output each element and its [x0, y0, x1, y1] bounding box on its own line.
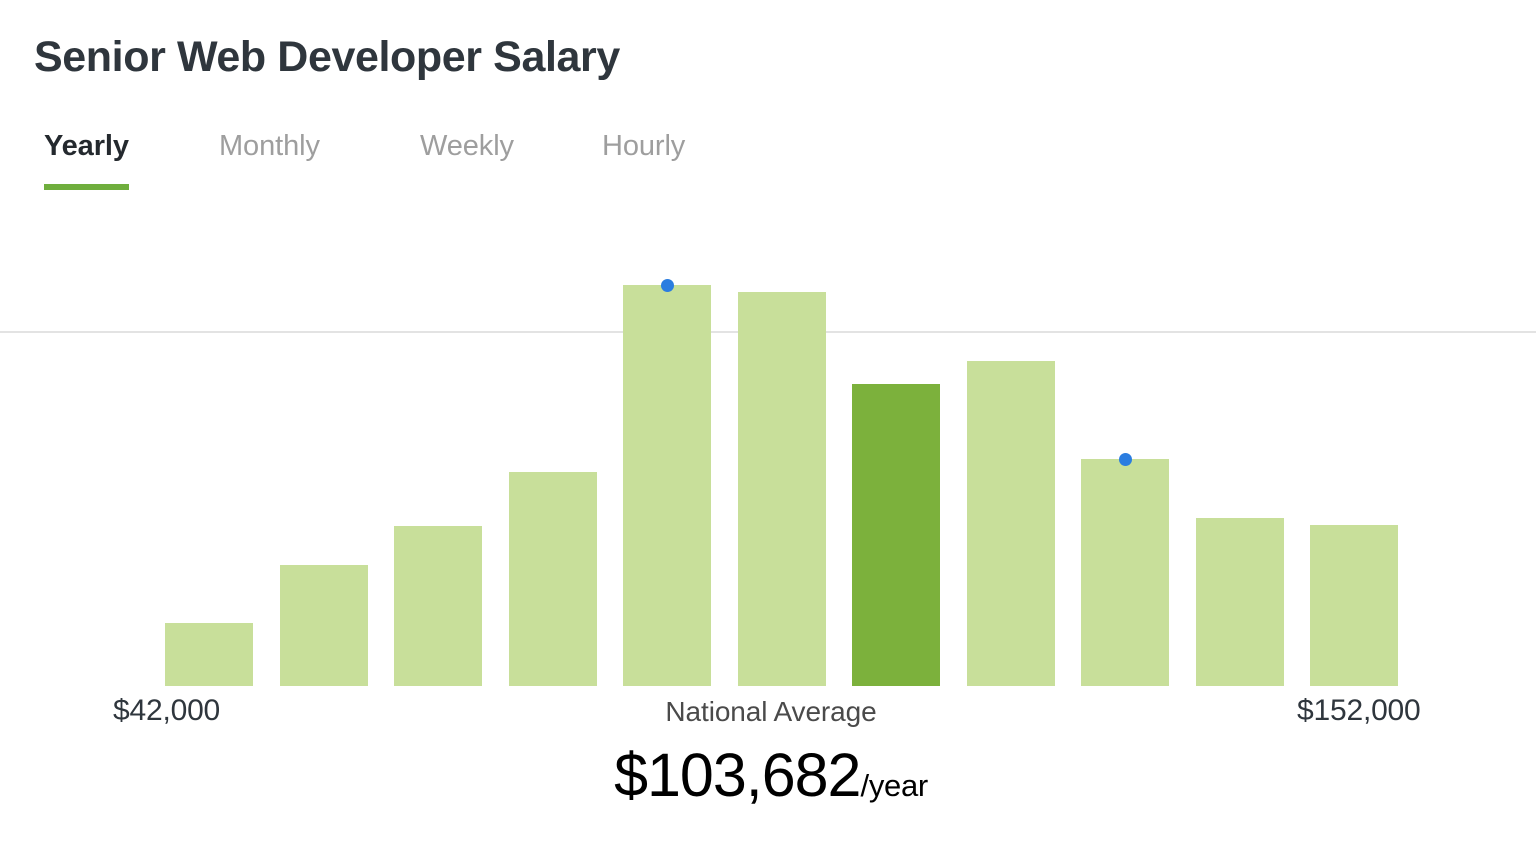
bar-119000[interactable]	[967, 361, 1055, 686]
bar-141000[interactable]	[1196, 518, 1284, 686]
bar-130000[interactable]	[1081, 459, 1169, 686]
national-average-value-row: $103,682/year	[0, 740, 1536, 810]
national-average-caption-row: National Average	[0, 696, 1536, 728]
bar-86000[interactable]	[623, 285, 711, 686]
bar-75000[interactable]	[509, 472, 597, 686]
range-marker-dot[interactable]	[1119, 453, 1132, 466]
bar-108000[interactable]	[852, 384, 940, 686]
national-average-value-group: $103,682/year	[614, 740, 928, 810]
range-marker-dot[interactable]	[661, 279, 674, 292]
bar-64000[interactable]	[394, 526, 482, 686]
bar-97000[interactable]	[738, 292, 826, 686]
national-average-unit: /year	[861, 768, 928, 803]
bar-42000[interactable]	[165, 623, 253, 686]
national-average-amount: $103,682	[614, 741, 860, 809]
bar-152000[interactable]	[1310, 525, 1398, 686]
national-average-caption: National Average	[665, 696, 876, 727]
bar-53000[interactable]	[280, 565, 368, 686]
